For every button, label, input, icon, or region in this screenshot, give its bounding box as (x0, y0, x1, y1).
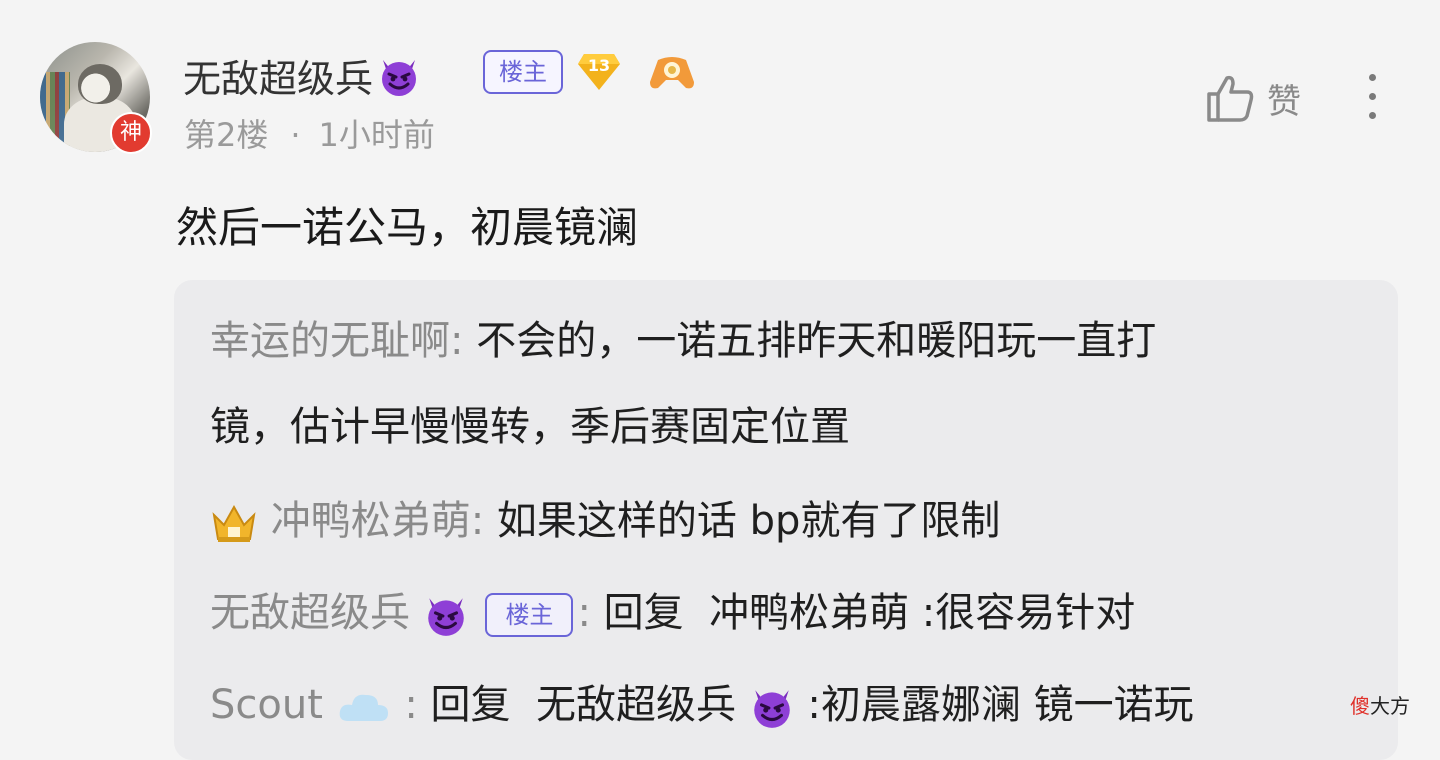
cloud-icon (339, 694, 388, 721)
reply-text: 如果这样的话 bp就有了限制 (496, 498, 1001, 544)
post-time: 1小时前 (318, 116, 435, 154)
reply-target[interactable]: 无敌超级兵 (536, 682, 736, 728)
devil-emoji-icon (753, 690, 790, 728)
reply-item-continued: 镜，估计早慢慢转，季后赛固定位置 (210, 394, 850, 452)
reply-author[interactable]: Scout (210, 682, 323, 728)
devil-emoji-icon (382, 59, 417, 96)
reply-colon: : (470, 498, 497, 544)
reply-word: 回复 (430, 682, 511, 728)
reply-item[interactable]: 无敌超级兵 楼主: 回复 冲鸭松弟萌 :很容易针对 (210, 580, 1135, 638)
like-label: 赞 (1267, 81, 1301, 122)
reply-author[interactable]: 无敌超级兵 (210, 590, 410, 636)
reply-colon: : (450, 318, 477, 364)
level-badge: 13 (576, 50, 622, 94)
more-vertical-icon[interactable] (1360, 74, 1384, 124)
replies-panel[interactable]: 幸运的无耻啊: 不会的，一诺五排昨天和暖阳玩一直打 镜，估计早慢慢转，季后赛固定… (174, 280, 1398, 760)
game-controller-icon (650, 57, 694, 89)
crown-icon (212, 504, 256, 542)
reply-word: 回复 (603, 590, 684, 636)
watermark: 傻大方 (1350, 690, 1410, 719)
avatar-cat-head (78, 64, 122, 104)
reply-author[interactable]: 幸运的无耻啊 (210, 318, 450, 364)
owner-tag: 楼主 (485, 593, 574, 637)
reply-item[interactable]: 冲鸭松弟萌: 如果这样的话 bp就有了限制 (210, 488, 1000, 546)
reply-item[interactable]: 幸运的无耻啊: 不会的，一诺五排昨天和暖阳玩一直打 (210, 308, 1156, 366)
username[interactable]: 无敌超级兵 (183, 48, 421, 103)
reply-text: :很容易针对 (909, 590, 1136, 636)
username-text: 无敌超级兵 (183, 57, 374, 101)
reply-colon: : (577, 590, 604, 636)
meta-separator: · (290, 116, 301, 154)
thumbs-up-icon (1207, 75, 1254, 122)
reply-text: :初晨露娜澜 镜一诺玩 (807, 682, 1194, 728)
devil-emoji-icon (427, 598, 464, 636)
post-meta: 第2楼 · 1小时前 (184, 110, 435, 156)
owner-tag: 楼主 (483, 50, 563, 94)
avatar-god-badge: 神 (110, 112, 152, 154)
reply-target[interactable]: 冲鸭松弟萌 (709, 590, 909, 636)
reply-author[interactable]: 冲鸭松弟萌 (271, 498, 471, 544)
floor-number: 第2楼 (184, 116, 269, 154)
like-button[interactable]: 赞 (1205, 72, 1301, 124)
reply-text: 镜，估计早慢慢转，季后赛固定位置 (210, 404, 850, 450)
watermark-rest: 大方 (1370, 694, 1410, 718)
level-number: 13 (587, 56, 611, 75)
reply-item[interactable]: Scout : 回复 无敌超级兵 :初晨露娜澜 镜一诺玩 (210, 672, 1194, 730)
watermark-first-char: 傻 (1350, 694, 1370, 718)
reply-text: 不会的，一诺五排昨天和暖阳玩一直打 (476, 318, 1157, 364)
reply-colon: : (404, 682, 431, 728)
post-content: 然后一诺公马，初晨镜澜 (176, 203, 639, 252)
